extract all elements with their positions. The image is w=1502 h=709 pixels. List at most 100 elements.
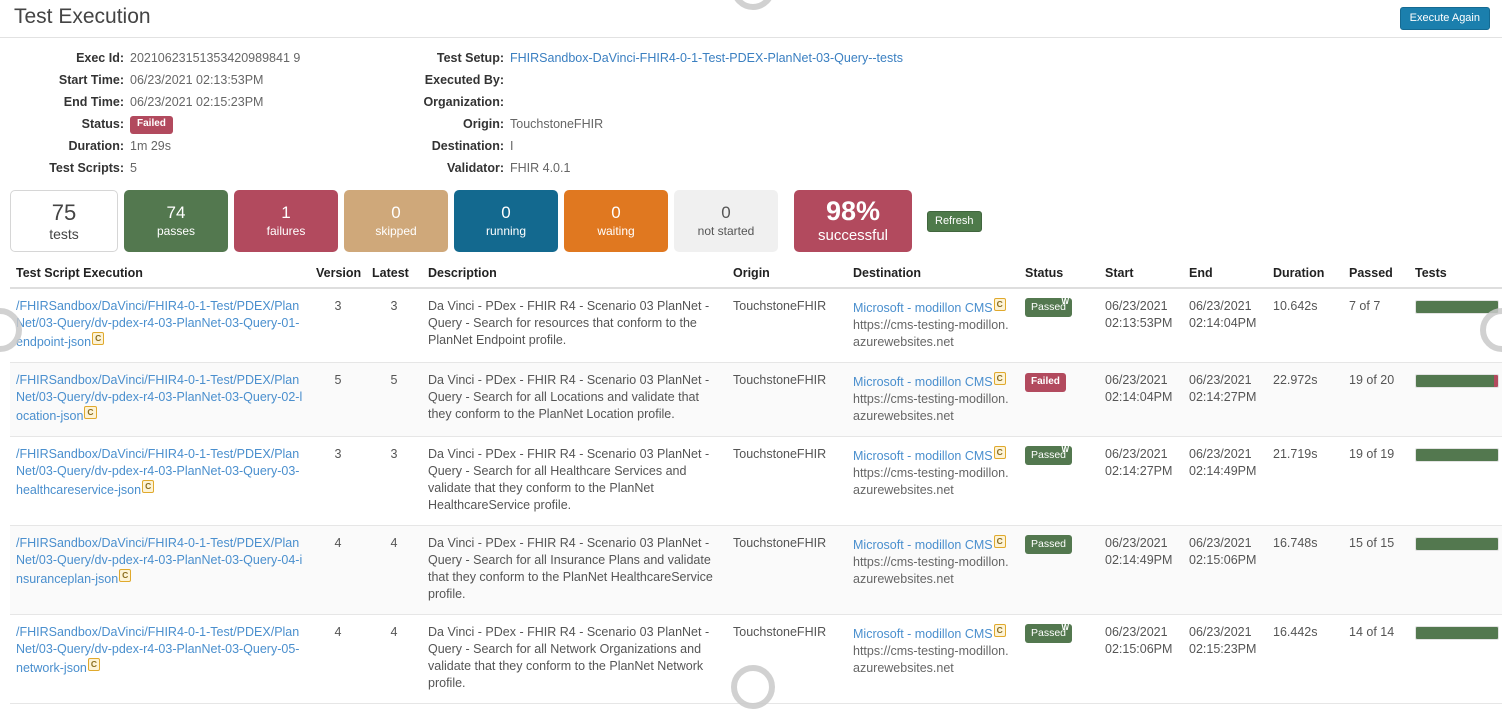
conformance-badge-icon[interactable]: C (119, 569, 131, 582)
conformance-badge-icon[interactable]: C (994, 446, 1006, 459)
conformance-badge-icon[interactable]: C (84, 406, 96, 419)
test-script-execution-table: Test Script Execution Version Latest Des… (10, 262, 1502, 704)
script-path-link[interactable]: /FHIRSandbox/DaVinci/FHIR4-0-1-Test/PDEX… (16, 625, 299, 675)
cell-start-time: 02:15:06PM (1105, 641, 1177, 658)
cell-start-time: 02:13:53PM (1105, 315, 1177, 332)
cell-version: 4 (310, 526, 366, 615)
table-row[interactable]: /FHIRSandbox/DaVinci/FHIR4-0-1-Test/PDEX… (10, 526, 1502, 615)
column-header-version[interactable]: Version (310, 262, 366, 288)
cell-end: 06/23/202102:14:27PM (1183, 363, 1267, 437)
refresh-button[interactable]: Refresh (927, 211, 982, 232)
column-header-destination[interactable]: Destination (847, 262, 1019, 288)
destination-link[interactable]: Microsoft - modillon CMS (853, 301, 993, 315)
summary-field-value: I (510, 136, 513, 156)
column-header-origin[interactable]: Origin (727, 262, 847, 288)
cell-start-time: 02:14:04PM (1105, 389, 1177, 406)
column-header-passed[interactable]: Passed (1343, 262, 1409, 288)
summary-field: Organization: (400, 92, 1020, 112)
cell-version: 3 (310, 437, 366, 526)
destination-link[interactable]: Microsoft - modillon CMS (853, 375, 993, 389)
stat-tile-passes[interactable]: 74passes (124, 190, 228, 252)
destination-url: https://cms-testing-modillon.azurewebsit… (853, 317, 1013, 351)
conformance-badge-icon[interactable]: C (92, 332, 104, 345)
summary-field-label: Status: (0, 114, 130, 134)
cell-duration: 21.719s (1267, 437, 1343, 526)
column-header-end[interactable]: End (1183, 262, 1267, 288)
stat-tile-not-started[interactable]: 0not started (674, 190, 778, 252)
status-badge-wrapper: PassedW (1025, 624, 1072, 643)
conformance-badge-icon[interactable]: C (994, 298, 1006, 311)
script-path-link[interactable]: /FHIRSandbox/DaVinci/FHIR4-0-1-Test/PDEX… (16, 536, 302, 586)
cell-destination: Microsoft - modillon CMSChttps://cms-tes… (847, 526, 1019, 615)
conformance-badge-icon[interactable]: C (994, 372, 1006, 385)
summary-field: Status:Failed (0, 114, 400, 134)
status-badge[interactable]: Failed (1025, 373, 1066, 392)
cell-destination: Microsoft - modillon CMSChttps://cms-tes… (847, 437, 1019, 526)
table-row[interactable]: /FHIRSandbox/DaVinci/FHIR4-0-1-Test/PDEX… (10, 615, 1502, 704)
script-path-link[interactable]: /FHIRSandbox/DaVinci/FHIR4-0-1-Test/PDEX… (16, 299, 299, 349)
destination-url: https://cms-testing-modillon.azurewebsit… (853, 554, 1013, 588)
summary-field-label: Exec Id: (0, 48, 130, 68)
destination-link[interactable]: Microsoft - modillon CMS (853, 627, 993, 641)
column-header-script[interactable]: Test Script Execution (10, 262, 310, 288)
cell-end: 06/23/202102:15:06PM (1183, 526, 1267, 615)
column-header-tests[interactable]: Tests (1409, 262, 1502, 288)
cell-end-date: 06/23/2021 (1189, 298, 1261, 315)
stat-tile-running[interactable]: 0running (454, 190, 558, 252)
cell-origin: TouchstoneFHIR (727, 288, 847, 363)
cell-end-time: 02:14:49PM (1189, 463, 1261, 480)
cell-start-date: 06/23/2021 (1105, 535, 1177, 552)
column-header-description[interactable]: Description (422, 262, 727, 288)
stat-tile-failures[interactable]: 1failures (234, 190, 338, 252)
stat-tile-waiting[interactable]: 0waiting (564, 190, 668, 252)
summary-field-label: Start Time: (0, 70, 130, 90)
table-header-row: Test Script Execution Version Latest Des… (10, 262, 1502, 288)
cell-origin: TouchstoneFHIR (727, 526, 847, 615)
cell-destination: Microsoft - modillon CMSChttps://cms-tes… (847, 288, 1019, 363)
conformance-badge-icon[interactable]: C (994, 535, 1006, 548)
destination-link[interactable]: Microsoft - modillon CMS (853, 538, 993, 552)
destination-url: https://cms-testing-modillon.azurewebsit… (853, 465, 1013, 499)
stat-tile-label: skipped (375, 223, 416, 240)
cell-tests-progress (1409, 288, 1502, 363)
cell-origin: TouchstoneFHIR (727, 437, 847, 526)
script-path-link[interactable]: /FHIRSandbox/DaVinci/FHIR4-0-1-Test/PDEX… (16, 373, 302, 423)
stat-tile-label: passes (157, 223, 195, 240)
column-header-start[interactable]: Start (1099, 262, 1183, 288)
destination-link[interactable]: Microsoft - modillon CMS (853, 449, 993, 463)
cell-end-time: 02:14:04PM (1189, 315, 1261, 332)
cell-start-date: 06/23/2021 (1105, 446, 1177, 463)
summary-field: Exec Id:20210623151353420989841 9 (0, 48, 400, 68)
stat-tile-tests[interactable]: 75tests (10, 190, 118, 252)
table-row[interactable]: /FHIRSandbox/DaVinci/FHIR4-0-1-Test/PDEX… (10, 363, 1502, 437)
cell-passed: 14 of 14 (1343, 615, 1409, 704)
summary-field-link[interactable]: FHIRSandbox-DaVinci-FHIR4-0-1-Test-PDEX-… (510, 48, 903, 68)
conformance-badge-icon[interactable]: C (142, 480, 154, 493)
column-header-duration[interactable]: Duration (1267, 262, 1343, 288)
column-header-status[interactable]: Status (1019, 262, 1099, 288)
conformance-badge-icon[interactable]: C (994, 624, 1006, 637)
cell-origin: TouchstoneFHIR (727, 363, 847, 437)
execute-again-button[interactable]: Execute Again (1400, 7, 1490, 30)
warning-superscript-icon: W (1061, 298, 1069, 306)
cell-start: 06/23/202102:13:53PM (1099, 288, 1183, 363)
stat-tile-skipped[interactable]: 0skipped (344, 190, 448, 252)
cell-description: Da Vinci - PDex - FHIR R4 - Scenario 03 … (422, 363, 727, 437)
table-row[interactable]: /FHIRSandbox/DaVinci/FHIR4-0-1-Test/PDEX… (10, 288, 1502, 363)
cell-end-time: 02:15:06PM (1189, 552, 1261, 569)
warning-superscript-icon: W (1061, 446, 1069, 454)
status-badge[interactable]: Passed (1025, 535, 1072, 554)
summary-right-column: Test Setup:FHIRSandbox-DaVinci-FHIR4-0-1… (400, 48, 1020, 180)
conformance-badge-icon[interactable]: C (88, 658, 100, 671)
tests-progress-bar (1415, 448, 1499, 462)
summary-field: Test Scripts:5 (0, 158, 400, 178)
summary-field-value: 20210623151353420989841 9 (130, 48, 300, 68)
cell-end-time: 02:15:23PM (1189, 641, 1261, 658)
summary-left-column: Exec Id:20210623151353420989841 9Start T… (0, 48, 400, 180)
cell-tests-progress (1409, 437, 1502, 526)
column-header-latest[interactable]: Latest (366, 262, 422, 288)
cell-end: 06/23/202102:14:49PM (1183, 437, 1267, 526)
table-row[interactable]: /FHIRSandbox/DaVinci/FHIR4-0-1-Test/PDEX… (10, 437, 1502, 526)
script-path-link[interactable]: /FHIRSandbox/DaVinci/FHIR4-0-1-Test/PDEX… (16, 447, 299, 497)
destination-url: https://cms-testing-modillon.azurewebsit… (853, 391, 1013, 425)
